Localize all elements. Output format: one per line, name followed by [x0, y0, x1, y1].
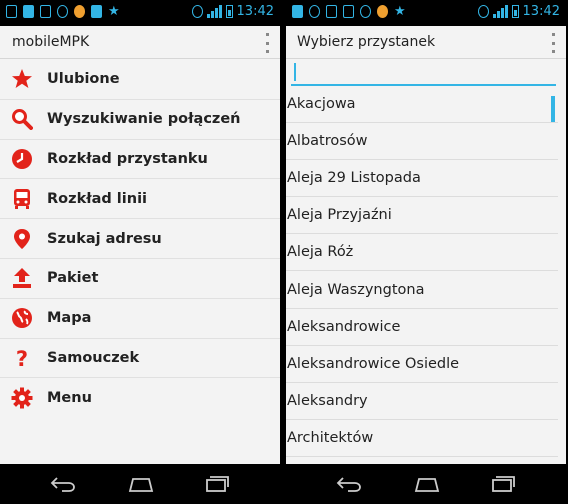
stop-name: Architektów [287, 429, 374, 446]
stop-name: Aleksandrowice Osiedle [287, 355, 460, 372]
list-item[interactable]: Aleksandrowice Osiedle [286, 346, 558, 383]
info-icon [57, 5, 68, 18]
globe-icon [11, 307, 33, 329]
list-item[interactable]: Albatrosów [286, 123, 558, 161]
upload-icon [11, 267, 33, 289]
battery-icon [511, 5, 519, 18]
menu-item-label: Samouczek [47, 349, 140, 366]
stop-name: Aleja Waszyngtona [287, 281, 425, 298]
system-icons: 13:42 [477, 4, 560, 19]
status-time: 13:42 [522, 4, 560, 19]
star-icon [11, 68, 33, 90]
action-bar: Wybierz przystanek [286, 26, 566, 59]
menu-item-samouczek[interactable]: ? Samouczek [0, 339, 280, 379]
navigation-bar [0, 464, 280, 504]
status-bar: ★ 13:42 [0, 0, 280, 26]
home-icon[interactable] [127, 475, 155, 493]
info-icon [360, 5, 371, 18]
list-item[interactable]: Aleksandry [286, 383, 558, 420]
alarm-icon [477, 5, 489, 18]
menu-item-label: Wyszukiwanie połączeń [47, 111, 241, 128]
menu-item-label: Ulubione [47, 71, 120, 88]
notification-icon [309, 5, 320, 18]
list-item[interactable]: Aleja 29 Listopada [286, 160, 558, 198]
notification-icons: ★ [6, 5, 120, 18]
back-icon[interactable] [50, 475, 76, 493]
stop-name: Aleksandrowice [287, 318, 401, 335]
stop-name: Aleksandry [287, 392, 368, 409]
overflow-menu-icon[interactable] [262, 33, 272, 53]
notification-icon [343, 5, 354, 18]
notification-icon [6, 5, 17, 18]
menu-item-pakiet[interactable]: Pakiet [0, 259, 280, 299]
signal-icon [206, 5, 222, 18]
list-item[interactable]: Architektów [286, 420, 558, 457]
clock-icon [11, 148, 33, 170]
phone-screen-stop-picker: ★ 13:42 Wybierz przystanek Akacjowa Alba… [286, 0, 566, 504]
menu-item-wyszukiwanie[interactable]: Wyszukiwanie połączeń [0, 100, 280, 140]
app-notification-icon [377, 5, 388, 18]
phone-screen-menu: ★ 13:42 mobileMPK Ulubione Wyszukiwanie … [0, 0, 280, 504]
menu-item-label: Rozkład przystanku [47, 150, 208, 167]
text-cursor [294, 63, 296, 81]
menu-item-ulubione[interactable]: Ulubione [0, 60, 280, 100]
notification-icon [23, 5, 34, 18]
overflow-menu-icon[interactable] [548, 33, 558, 53]
notification-icon [40, 5, 51, 18]
stop-name: Aleja 29 Listopada [287, 170, 421, 187]
menu-item-rozklad-linii[interactable]: Rozkład linii [0, 179, 280, 220]
notification-icon [292, 5, 303, 18]
back-icon[interactable] [336, 475, 362, 493]
notification-icon [91, 5, 102, 18]
list-item[interactable]: Aleja Waszyngtona [286, 271, 558, 309]
signal-icon [492, 5, 508, 18]
system-icons: 13:42 [191, 4, 274, 19]
menu-item-label: Rozkład linii [47, 190, 148, 207]
action-bar: mobileMPK [0, 26, 280, 59]
list-item[interactable]: Akacjowa [286, 86, 558, 124]
list-item[interactable]: Aleja Przyjaźni [286, 197, 558, 235]
stop-name: Akacjowa [287, 96, 356, 113]
svg-text:?: ? [16, 347, 28, 369]
notification-icon [326, 5, 337, 18]
screen-title: Wybierz przystanek [297, 34, 436, 50]
stop-list: Akacjowa Albatrosów Aleja 29 Listopada A… [286, 86, 566, 457]
recent-apps-icon[interactable] [204, 475, 230, 493]
status-bar: ★ 13:42 [286, 0, 566, 26]
menu-item-szukaj-adresu[interactable]: Szukaj adresu [0, 219, 280, 259]
list-item[interactable]: Aleja Róż [286, 234, 558, 272]
stop-name: Aleja Przyjaźni [287, 207, 392, 224]
stop-name: Albatrosów [287, 133, 368, 150]
recent-apps-icon[interactable] [490, 475, 516, 493]
star-icon: ★ [108, 4, 120, 19]
notification-icons: ★ [292, 5, 406, 18]
battery-icon [225, 5, 233, 18]
scrollbar[interactable] [551, 96, 555, 122]
menu-item-label: Szukaj adresu [47, 230, 162, 247]
stop-name: Aleja Róż [287, 244, 354, 261]
menu-item-rozklad-przystanku[interactable]: Rozkład przystanku [0, 140, 280, 180]
navigation-bar [286, 464, 566, 504]
search-icon [11, 108, 33, 131]
star-icon: ★ [394, 4, 406, 19]
app-title: mobileMPK [12, 34, 90, 50]
menu-item-label: Pakiet [47, 270, 99, 287]
menu-item-label: Menu [47, 390, 92, 407]
bus-icon [11, 188, 33, 210]
main-menu: Ulubione Wyszukiwanie połączeń Rozkład p… [0, 60, 280, 418]
alarm-icon [191, 5, 203, 18]
map-pin-icon [11, 228, 33, 250]
menu-item-mapa[interactable]: Mapa [0, 299, 280, 339]
list-item[interactable]: Aleksandrowice [286, 309, 558, 346]
stop-search-input[interactable] [291, 60, 556, 86]
gear-icon [11, 387, 33, 409]
menu-item-menu[interactable]: Menu [0, 378, 280, 418]
menu-item-label: Mapa [47, 310, 92, 327]
app-notification-icon [74, 5, 85, 18]
question-icon: ? [11, 347, 33, 369]
home-icon[interactable] [413, 475, 441, 493]
status-time: 13:42 [236, 4, 274, 19]
